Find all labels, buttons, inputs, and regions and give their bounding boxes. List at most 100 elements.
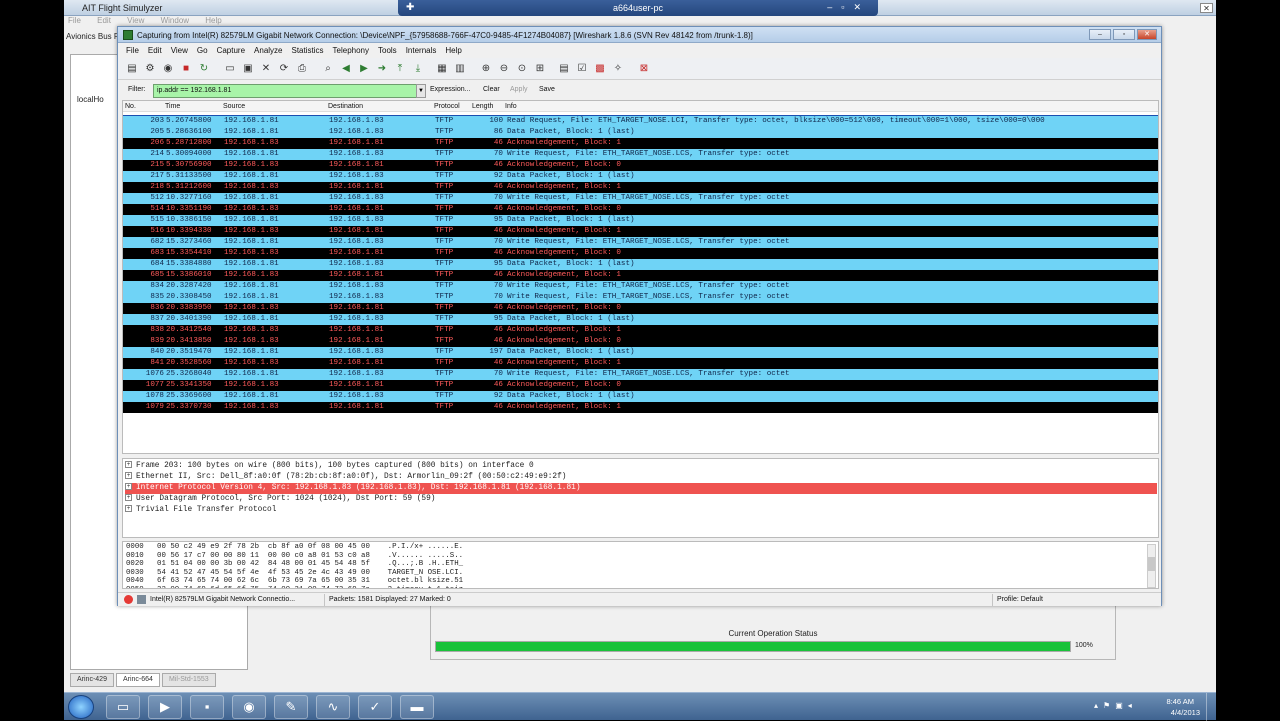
packet-row[interactable]: 1077 25.3341350 192.168.1.83 192.168.1.81 TF… [123,380,1158,391]
open-file-icon[interactable]: ▭ [224,63,236,75]
detail-tree-row[interactable]: + User Datagram Protocol, Src Port: 1024 … [125,494,1157,505]
simulyzer-taskbar-icon[interactable]: ✓ [358,695,392,719]
menu-go[interactable]: Go [197,46,208,55]
help-icon[interactable]: ⊠ [638,63,650,75]
column-destination[interactable]: Destination [328,103,363,110]
stop-capture-icon[interactable]: ■ [180,63,192,75]
packet-row[interactable]: 685 15.3386010 192.168.1.83 192.168.1.81 TFT… [123,270,1158,281]
filter-dropdown-arrow-icon[interactable]: ▼ [416,84,426,98]
bg-menu-edit[interactable]: Edit [97,16,111,25]
column-info[interactable]: Info [505,103,517,110]
detail-tree-row[interactable]: + Trivial File Transfer Protocol [125,505,1157,516]
column-source[interactable]: Source [223,103,245,110]
packet-row[interactable]: 515 10.3386150 192.168.1.81 192.168.1.83 TFT… [123,215,1158,226]
packet-row[interactable]: 836 20.3383950 192.168.1.83 192.168.1.81 TFT… [123,303,1158,314]
tab-arinc-664[interactable]: Arinc-664 [115,673,160,687]
clear-button[interactable]: Clear [483,86,500,93]
packet-row[interactable]: 839 20.3413850 192.168.1.83 192.168.1.81 TFT… [123,336,1158,347]
menu-edit[interactable]: Edit [148,46,162,55]
packet-row[interactable]: 1079 25.3370730 192.168.1.83 192.168.1.81 TF… [123,402,1158,413]
zoom-in-icon[interactable]: ⊕ [480,63,492,75]
packet-row[interactable]: 684 15.3384880 192.168.1.81 192.168.1.83 TFT… [123,259,1158,270]
packet-row[interactable]: 835 20.3308450 192.168.1.81 192.168.1.83 TFT… [123,292,1158,303]
expand-icon[interactable]: + [125,483,132,491]
resize-columns-icon[interactable]: ⊞ [534,63,546,75]
packet-bytes-pane[interactable]: 0000 00 50 c2 49 e9 2f 78 2b cb 8f a0 0f… [122,541,1159,589]
tab-mil-std-1553[interactable]: Mil-Std-1553 [161,673,216,687]
bytes-scrollbar[interactable] [1147,544,1156,588]
column-length[interactable]: Length [472,103,493,110]
packet-row[interactable]: 217 5.31133500 192.168.1.81 192.168.1.83 TFT… [123,171,1158,182]
packet-row[interactable]: 214 5.30094000 192.168.1.81 192.168.1.83 TFT… [123,149,1158,160]
menu-statistics[interactable]: Statistics [292,46,324,55]
bg-menu-file[interactable]: File [68,16,81,25]
start-capture-icon[interactable]: ◉ [162,63,174,75]
menu-file[interactable]: File [126,46,139,55]
packet-row[interactable]: 1076 25.3268040 192.168.1.81 192.168.1.83 TF… [123,369,1158,380]
go-first-icon[interactable]: ⤒ [394,63,406,75]
tab-arinc-429[interactable]: Arinc-429 [70,673,114,687]
wireshark-taskbar-icon[interactable]: ∿ [316,695,350,719]
packet-row[interactable]: 205 5.28636100 192.168.1.81 192.168.1.83 TFT… [123,127,1158,138]
column-time[interactable]: Time [165,103,180,110]
packet-row[interactable]: 215 5.30756900 192.168.1.83 192.168.1.81 TFT… [123,160,1158,171]
normal-size-icon[interactable]: ⊙ [516,63,528,75]
close-file-icon[interactable]: ✕ [260,63,272,75]
column-no[interactable]: No. [125,103,136,110]
close-button[interactable]: ✕ [1137,29,1157,40]
bytes-scroll-thumb[interactable] [1148,557,1155,571]
packet-details-pane[interactable]: + Frame 203: 100 bytes on wire (800 bits)… [122,458,1159,538]
packet-row[interactable]: 840 20.3519470 192.168.1.81 192.168.1.83 TFT… [123,347,1158,358]
capture-filters-icon[interactable]: ▤ [558,63,570,75]
auto-scroll-icon[interactable]: ▥ [454,63,466,75]
tree-root-item[interactable]: localHo [77,95,104,104]
find-packet-icon[interactable]: ⌕ [322,63,334,75]
bg-menu-window[interactable]: Window [161,16,189,25]
packet-row[interactable]: 516 10.3394330 192.168.1.83 192.168.1.81 TFT… [123,226,1158,237]
minimize-button[interactable]: – [1089,29,1111,40]
command-prompt-taskbar-icon[interactable]: ▪ [190,695,224,719]
menu-capture[interactable]: Capture [217,46,245,55]
menu-analyze[interactable]: Analyze [254,46,282,55]
status-profile[interactable]: Profile: Default [997,596,1043,603]
bg-menu-view[interactable]: View [127,16,144,25]
reload-icon[interactable]: ⟳ [278,63,290,75]
packet-row[interactable]: 512 10.3277160 192.168.1.81 192.168.1.83 TFT… [123,193,1158,204]
display-filters-icon[interactable]: ☑ [576,63,588,75]
zoom-out-icon[interactable]: ⊖ [498,63,510,75]
bg-menu-help[interactable]: Help [205,16,221,25]
maximize-button[interactable]: ▫ [1113,29,1135,40]
expand-icon[interactable]: + [125,494,132,502]
packet-list-pane[interactable]: No. Time Source Destination Protocol Len… [122,100,1159,454]
apply-button[interactable]: Apply [510,86,528,93]
packet-row[interactable]: 206 5.28712800 192.168.1.83 192.168.1.81 TFT… [123,138,1158,149]
go-to-packet-icon[interactable]: ➜ [376,63,388,75]
clock-date[interactable]: 4/4/2013 [1171,708,1200,717]
detail-tree-row[interactable]: + Frame 203: 100 bytes on wire (800 bits)… [125,461,1157,472]
expand-icon[interactable]: + [125,461,132,469]
packet-row[interactable]: 834 20.3287420 192.168.1.81 192.168.1.83 TFT… [123,281,1158,292]
capture-comment-icon[interactable] [137,595,146,604]
detail-tree-row[interactable]: + Internet Protocol Version 4, Src: 192.1… [125,483,1157,494]
menu-view[interactable]: View [171,46,188,55]
packet-row[interactable]: 514 10.3351190 192.168.1.83 192.168.1.81 TFT… [123,204,1158,215]
go-forward-icon[interactable]: ▶ [358,63,370,75]
preferences-icon[interactable]: ✧ [612,63,624,75]
outer-close-button[interactable]: ✕ [1200,3,1213,13]
packet-row[interactable]: 1078 25.3369600 192.168.1.81 192.168.1.83 TF… [123,391,1158,402]
packet-row[interactable]: 838 20.3412540 192.168.1.83 192.168.1.81 TFT… [123,325,1158,336]
save-file-icon[interactable]: ▣ [242,63,254,75]
detail-tree-row[interactable]: + Ethernet II, Src: Dell_8f:a0:0f (78:2b:… [125,472,1157,483]
capture-options-icon[interactable]: ⚙ [144,63,156,75]
explorer-taskbar-icon[interactable]: ▭ [106,695,140,719]
tray-icons[interactable]: ▴⚑▣◂ [1094,701,1137,710]
menu-internals[interactable]: Internals [406,46,437,55]
expression-button[interactable]: Expression... [430,86,470,93]
start-button[interactable] [68,695,94,719]
packet-row[interactable]: 837 20.3401390 192.168.1.81 192.168.1.83 TFT… [123,314,1158,325]
clock-time[interactable]: 8:46 AM [1166,697,1194,706]
expert-info-icon[interactable] [124,595,133,604]
save-filter-button[interactable]: Save [539,86,555,93]
media-player-taskbar-icon[interactable]: ▶ [148,695,182,719]
go-back-icon[interactable]: ◀ [340,63,352,75]
